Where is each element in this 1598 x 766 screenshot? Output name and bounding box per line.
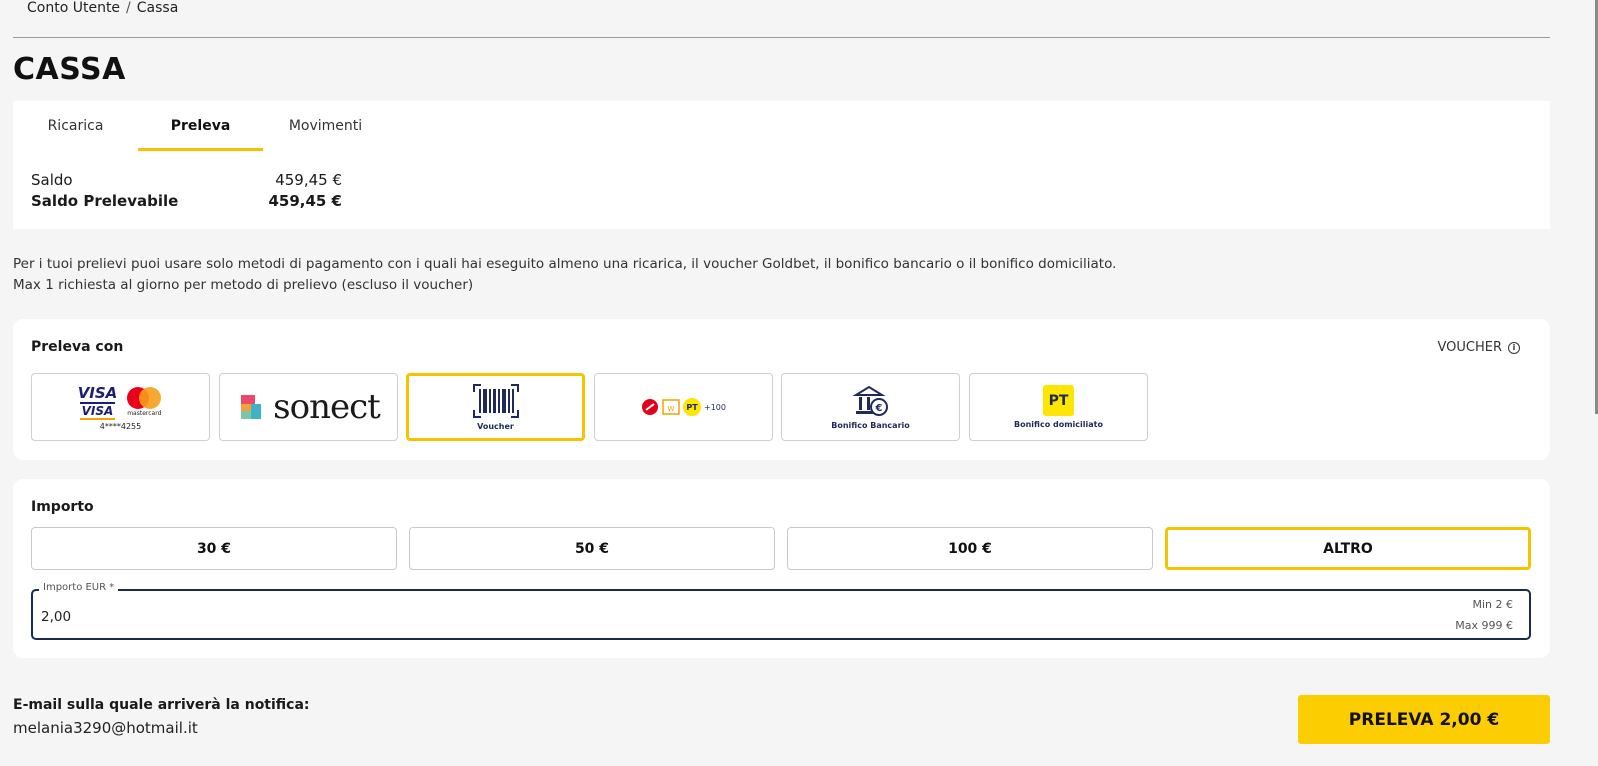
breadcrumb-separator: /	[126, 0, 131, 16]
bonifico-bancario-label: Bonifico Bancario	[831, 420, 910, 430]
breadcrumb: Conto Utente / Cassa	[27, 0, 178, 16]
selected-method-label: VOUCHER	[1437, 340, 1502, 355]
sonect-logo: sonect	[273, 387, 381, 427]
selected-method-info[interactable]: VOUCHER i	[1437, 340, 1520, 355]
method-multi-store[interactable]: W PT +100	[594, 373, 773, 441]
min-hint: Min 2 €	[1472, 598, 1513, 611]
saldo-prelevabile-label: Saldo Prelevabile	[31, 192, 179, 210]
preleva-submit-button[interactable]: PRELEVA 2,00 €	[1298, 695, 1550, 744]
saldo-row: Saldo 459,45 €	[31, 171, 342, 189]
pt-badge: PT	[683, 398, 701, 416]
poste-logo: PT	[1043, 385, 1074, 416]
mastercard-text: mastercard	[127, 410, 162, 417]
info-line-1: Per i tuoi prelievi puoi usare solo meto…	[13, 256, 1117, 272]
visa-electron-logo: VISA	[79, 401, 116, 420]
breadcrumb-conto-utente[interactable]: Conto Utente	[27, 0, 120, 16]
voucher-label: Voucher	[477, 421, 514, 431]
tab-preleva[interactable]: Preleva	[138, 101, 263, 151]
saldo-value: 459,45 €	[275, 171, 342, 189]
amount-title: Importo	[31, 499, 94, 515]
svg-text:€: €	[874, 403, 882, 414]
amount-50-button[interactable]: 50 €	[409, 527, 775, 570]
saldo-label: Saldo	[31, 171, 73, 189]
method-bonifico-domiciliato[interactable]: PT Bonifico domiciliato	[969, 373, 1148, 441]
info-line-2: Max 1 richiesta al giorno per metodo di …	[13, 277, 474, 293]
method-voucher[interactable]: Voucher	[406, 373, 585, 441]
svg-text:W: W	[668, 405, 675, 413]
tab-movimenti[interactable]: Movimenti	[263, 101, 388, 151]
amount-input[interactable]	[41, 609, 641, 625]
cashier-panel: Ricarica Preleva Movimenti Saldo 459,45 …	[13, 101, 1550, 229]
breadcrumb-cassa: Cassa	[136, 0, 179, 16]
amount-altro-button[interactable]: ALTRO	[1165, 527, 1531, 570]
method-title: Preleva con	[31, 339, 124, 355]
email-label: E-mail sulla quale arriverà la notifica:	[13, 697, 310, 713]
saldo-prelevabile-row: Saldo Prelevabile 459,45 €	[31, 192, 342, 210]
info-icon: i	[1508, 341, 1520, 354]
bonifico-domiciliato-label: Bonifico domiciliato	[1014, 420, 1103, 429]
page-title: CASSA	[13, 52, 126, 87]
card-logos: VISA VISA mastercard	[78, 384, 164, 420]
method-bonifico-bancario[interactable]: € Bonifico Bancario	[781, 373, 960, 441]
method-sonect[interactable]: sonect	[219, 373, 398, 441]
amount-100-button[interactable]: 100 €	[787, 527, 1153, 570]
more-stores-label: +100	[704, 402, 726, 412]
visa-logo: VISA	[77, 383, 118, 402]
bank-icon: €	[851, 385, 888, 416]
max-hint: Max 999 €	[1455, 619, 1513, 632]
store-icon: W	[662, 399, 680, 415]
unicredit-icon	[642, 399, 658, 415]
method-card: Preleva con VOUCHER i VISA VISA masterca…	[13, 319, 1550, 460]
tab-ricarica[interactable]: Ricarica	[13, 101, 138, 151]
method-card-visa[interactable]: VISA VISA mastercard 4****4255	[31, 373, 210, 441]
saldo-prelevabile-value: 459,45 €	[268, 192, 342, 210]
tab-bar: Ricarica Preleva Movimenti	[13, 101, 388, 151]
sonect-icon	[241, 395, 262, 419]
withdrawal-info: Per i tuoi prelievi puoi usare solo meto…	[13, 254, 1116, 296]
email-value: melania3290@hotmail.it	[13, 719, 198, 737]
amount-field-label: Importo EUR *	[39, 582, 119, 593]
barcode-icon	[472, 383, 519, 418]
amount-field: Importo EUR * Min 2 € Max 999 €	[31, 582, 1531, 640]
amount-30-button[interactable]: 30 €	[31, 527, 397, 570]
divider	[13, 37, 1550, 38]
card-number: 4****4255	[99, 421, 142, 431]
amount-card: Importo 30 € 50 € 100 € ALTRO Importo EU…	[13, 479, 1550, 658]
mastercard-icon: mastercard	[125, 386, 163, 417]
